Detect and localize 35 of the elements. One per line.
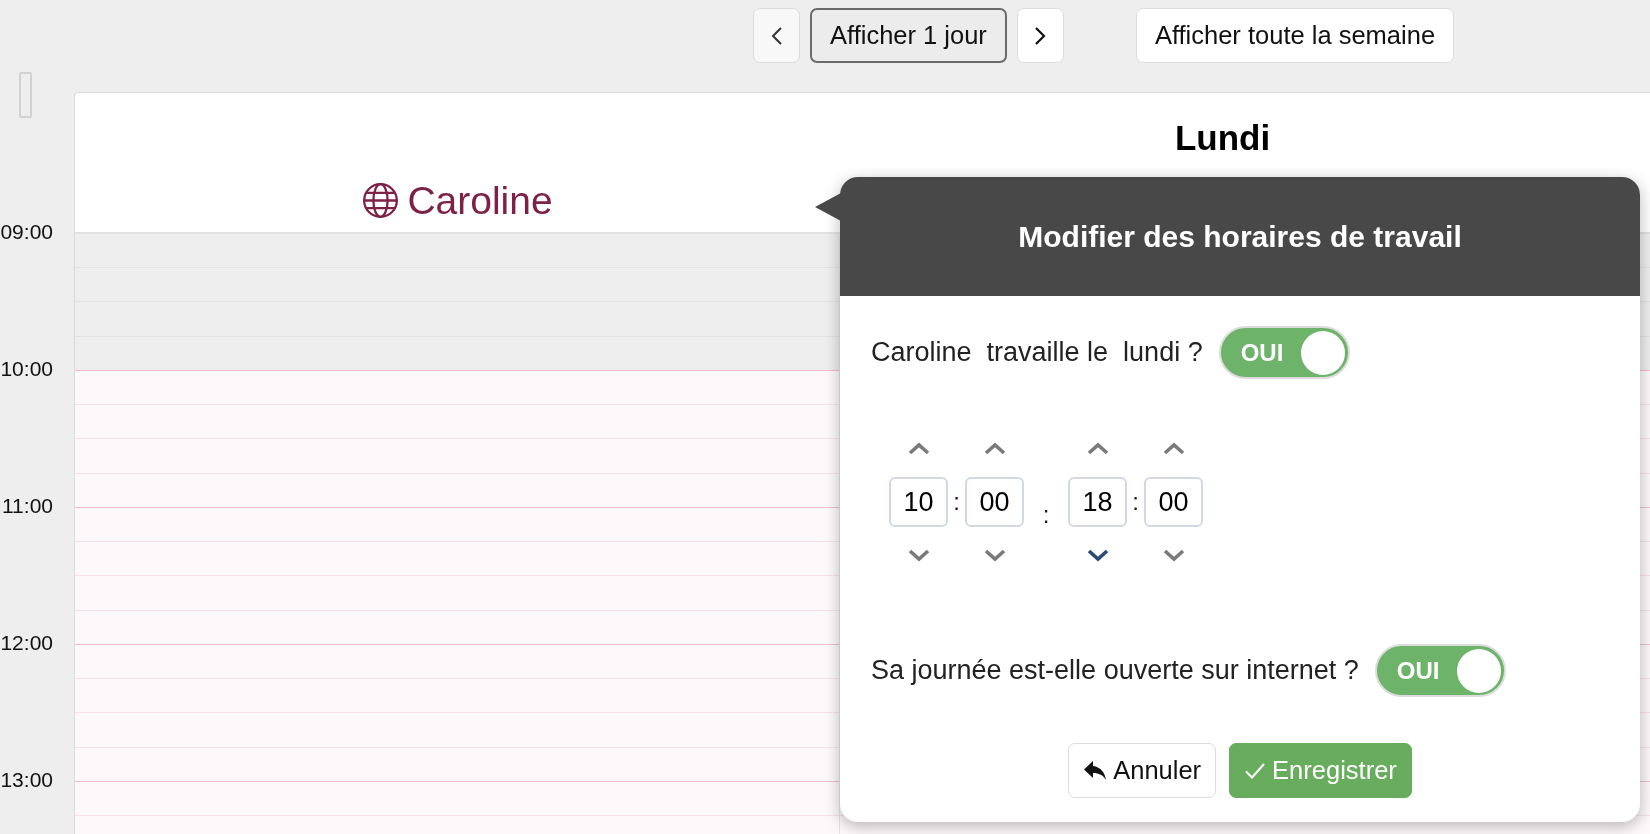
time-separator: : xyxy=(952,488,961,516)
chevron-right-icon xyxy=(1034,25,1047,46)
time-label: 11:00 xyxy=(2,494,53,518)
view-button[interactable]: Afficher 1 jour xyxy=(810,8,1007,63)
employee-name: Caroline xyxy=(407,178,553,224)
time-field[interactable]: 00 xyxy=(1144,477,1203,527)
knob-icon xyxy=(1300,330,1345,375)
time-field[interactable]: 00 xyxy=(965,477,1024,527)
time-label: 10:00 xyxy=(0,357,53,381)
time-label: 09:00 xyxy=(0,220,53,244)
question-text: Caroline travaille le lundi ? xyxy=(871,336,1203,370)
range-separator: : xyxy=(1041,501,1051,529)
chevron-down-icon[interactable] xyxy=(1162,549,1185,562)
time-label: 12:00 xyxy=(0,631,53,655)
time-field[interactable]: 18 xyxy=(1068,477,1127,527)
knob-icon xyxy=(1456,648,1501,693)
chevron-down-icon[interactable] xyxy=(1086,549,1109,562)
view-button[interactable]: Afficher toute la semaine xyxy=(1135,8,1455,63)
chevron-down-icon[interactable] xyxy=(983,549,1006,562)
popover-arrow-icon xyxy=(815,193,841,221)
popover-title: Modifier des horaires de travail xyxy=(840,177,1640,296)
day-title: Lundi xyxy=(1174,117,1271,159)
handle-icon[interactable] xyxy=(19,72,32,118)
curved-arrow-icon xyxy=(1083,759,1108,782)
chevron-up-icon[interactable] xyxy=(1162,442,1185,455)
question-text: Sa journée est-elle ouverte sur internet ? xyxy=(871,654,1359,688)
chevron-down-icon[interactable] xyxy=(907,549,930,562)
chevron-left-icon xyxy=(770,25,783,46)
chevron-up-icon[interactable] xyxy=(1086,442,1109,455)
time-label: 13:00 xyxy=(0,768,53,792)
time-field[interactable]: 10 xyxy=(889,477,948,527)
cancel-button[interactable]: Annuler xyxy=(1068,743,1217,798)
chevron-up-icon[interactable] xyxy=(983,442,1006,455)
time-separator: : xyxy=(1131,488,1140,516)
chevron-up-icon[interactable] xyxy=(907,442,930,455)
